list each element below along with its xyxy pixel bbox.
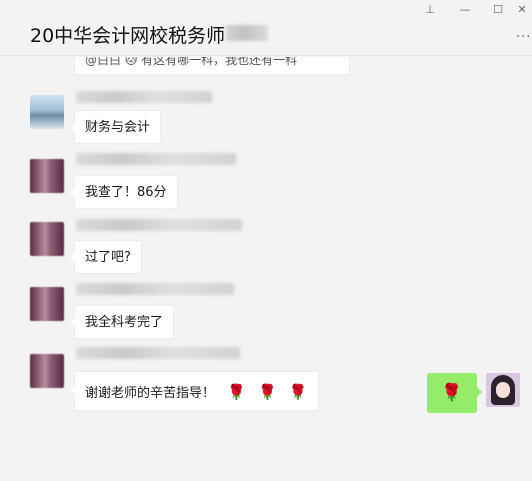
avatar[interactable] (30, 159, 64, 193)
avatar[interactable] (30, 222, 64, 256)
message-text: 过了吧? (85, 250, 131, 265)
my-message-bubble[interactable]: 🌹 (427, 373, 482, 413)
message-text: 我查了！86分 (85, 185, 167, 200)
message-text: 我全科考完了 (85, 315, 164, 330)
sender-name-redacted (76, 347, 240, 359)
rose-emoji: 🌹 (288, 383, 308, 401)
message-bubble[interactable]: 我查了！86分 (70, 175, 178, 209)
close-icon[interactable]: ✕ (512, 3, 532, 17)
message-text: @白白 🐱 有这有哪一科，我也还有一科 (85, 57, 298, 67)
chat-title: 20中华会计网校税务师 (30, 25, 226, 47)
message-bubble[interactable]: @白白 🐱 有这有哪一科，我也还有一科 (74, 57, 350, 75)
maximize-icon[interactable]: ☐ (488, 3, 508, 17)
title-bar: 20中华会计网校税务师 ⊥ — ☐ ✕ ··· (0, 0, 532, 56)
sender-name-redacted (76, 283, 234, 295)
avatar[interactable] (30, 287, 64, 321)
rose-emoji: 🌹 (257, 383, 277, 401)
my-avatar[interactable] (486, 373, 520, 407)
avatar[interactable] (30, 95, 64, 129)
more-icon[interactable]: ··· (516, 30, 531, 45)
sender-name-redacted (76, 91, 212, 103)
rose-emoji: 🌹 (441, 383, 463, 403)
avatar[interactable] (30, 354, 64, 388)
message-text: 财务与会计 (85, 120, 151, 135)
message-bubble[interactable]: 我全科考完了 (70, 305, 175, 339)
message-bubble[interactable]: 过了吧? (70, 240, 142, 274)
message-text: 谢谢老师的辛苦指导！ (85, 386, 216, 401)
pin-icon[interactable]: ⊥ (420, 3, 440, 17)
title-redacted (226, 25, 268, 41)
message-bubble[interactable]: 谢谢老师的辛苦指导！ 🌹 🌹 🌹 (70, 371, 319, 411)
message-bubble[interactable]: 财务与会计 (70, 110, 162, 144)
sender-name-redacted (76, 219, 242, 231)
chat-area[interactable]: @白白 🐱 有这有哪一科，我也还有一科 财务与会计 我查了！86分 过了吧? 我… (0, 57, 532, 481)
rose-emoji: 🌹 (227, 383, 246, 401)
sender-name-redacted (76, 153, 236, 165)
minimize-icon[interactable]: — (455, 3, 475, 17)
